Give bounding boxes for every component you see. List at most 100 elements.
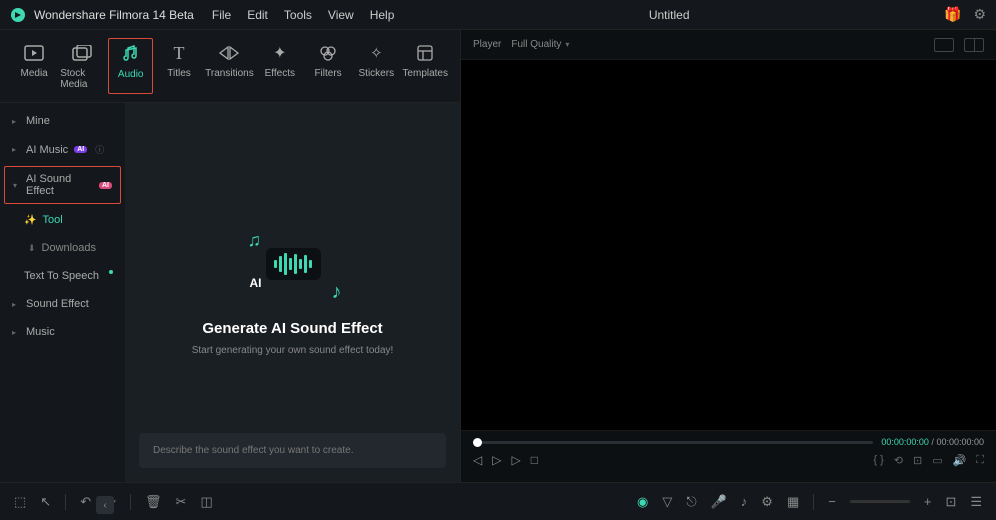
collapse-sidebar-button[interactable]: ‹ bbox=[96, 496, 114, 514]
ai-label-icon: AI bbox=[250, 276, 262, 290]
bottom-toolbar: ⬚ ↖ ↶ ↷ 🗑 ✂ ◫ ◉ ▽ ⎋ 🎤 ♪ ⚙ ▦ − + ⊡ ☰ bbox=[0, 482, 996, 520]
player-header: Player Full Quality▾ bbox=[461, 30, 996, 60]
chevron-down-icon: ▾ bbox=[565, 40, 569, 49]
ai-sound-effect-graphic: ♫ AI ♪ bbox=[248, 230, 338, 300]
ai-badge-icon: AI bbox=[99, 182, 112, 189]
info-icon: ⓘ bbox=[95, 143, 104, 156]
grid-button[interactable]: ▦ bbox=[787, 494, 799, 510]
titles-icon: T bbox=[168, 42, 190, 64]
main-area: ♫ AI ♪ Generate AI Sound Effect Start ge… bbox=[125, 103, 460, 482]
tab-filters[interactable]: Filters bbox=[306, 38, 350, 94]
music-note-icon: ♫ bbox=[248, 230, 262, 251]
media-icon bbox=[23, 42, 45, 64]
snapshot-button[interactable]: ⊡ bbox=[913, 454, 922, 467]
music-note-icon: ♪ bbox=[332, 281, 342, 304]
voice-button[interactable]: 🎤 bbox=[711, 494, 727, 510]
tab-audio[interactable]: Audio bbox=[108, 38, 152, 94]
zoom-slider[interactable] bbox=[850, 500, 910, 503]
menu-edit[interactable]: Edit bbox=[247, 8, 268, 22]
waveform-icon bbox=[266, 248, 321, 280]
undo-button[interactable]: ↶ bbox=[80, 494, 91, 510]
left-panel: Media Stock Media Audio T Titles Transit… bbox=[0, 30, 460, 482]
tab-stock-media[interactable]: Stock Media bbox=[60, 38, 104, 94]
volume-button[interactable]: 🔊 bbox=[953, 454, 967, 467]
sidebar-item-tts[interactable]: Text To Speech bbox=[0, 262, 125, 290]
pointer-tool-icon[interactable]: ↖ bbox=[40, 494, 51, 510]
templates-icon bbox=[414, 42, 436, 64]
menu-file[interactable]: File bbox=[212, 8, 231, 22]
titlebar: Wondershare Filmora 14 Beta File Edit To… bbox=[0, 0, 996, 30]
fullscreen-button[interactable]: ⛶ bbox=[976, 454, 984, 467]
fit-button[interactable]: ⊡ bbox=[945, 494, 956, 510]
gift-icon[interactable]: 🎁 bbox=[944, 6, 961, 23]
below-toolbar: ▸Mine ▸AI MusicAIⓘ ▾AI Sound EffectAI ✨T… bbox=[0, 103, 460, 482]
timecode: 00:00:00:00 / 00:00:00:00 bbox=[881, 437, 984, 447]
play-button[interactable]: ▷ bbox=[492, 453, 501, 467]
view-mode-split-button[interactable] bbox=[964, 38, 984, 52]
adjust-button[interactable]: ⚙ bbox=[761, 494, 773, 510]
tab-stickers[interactable]: ✧ Stickers bbox=[354, 38, 398, 94]
right-panel: Player Full Quality▾ 00:00:00:00 / 00:00… bbox=[460, 30, 996, 482]
zoom-out-button[interactable]: − bbox=[828, 494, 836, 509]
tab-templates[interactable]: Templates bbox=[402, 38, 448, 94]
transitions-icon bbox=[218, 42, 240, 64]
caret-icon: ▸ bbox=[12, 328, 20, 337]
tab-media[interactable]: Media bbox=[12, 38, 56, 94]
tab-titles[interactable]: T Titles bbox=[157, 38, 201, 94]
sidebar-item-music[interactable]: ▸Music bbox=[0, 318, 125, 346]
player-label: Player bbox=[473, 39, 501, 50]
media-toolbar: Media Stock Media Audio T Titles Transit… bbox=[0, 30, 460, 103]
menu-view[interactable]: View bbox=[328, 8, 354, 22]
stock-media-icon bbox=[71, 42, 93, 64]
next-frame-button[interactable]: ▷ bbox=[511, 453, 520, 467]
screenshot-button[interactable]: ▭ bbox=[932, 454, 942, 467]
marker-button[interactable]: ▽ bbox=[662, 494, 672, 510]
stop-button[interactable]: □ bbox=[531, 453, 538, 467]
filters-icon bbox=[317, 42, 339, 64]
prompt-input[interactable]: Describe the sound effect you want to cr… bbox=[139, 433, 446, 468]
tab-transitions[interactable]: Transitions bbox=[205, 38, 254, 94]
zoom-in-button[interactable]: + bbox=[924, 494, 932, 509]
sidebar: ▸Mine ▸AI MusicAIⓘ ▾AI Sound EffectAI ✨T… bbox=[0, 103, 125, 482]
crop-button[interactable]: ◫ bbox=[200, 494, 212, 510]
dot-indicator-icon bbox=[109, 270, 113, 274]
sidebar-item-mine[interactable]: ▸Mine bbox=[0, 107, 125, 135]
menu-tools[interactable]: Tools bbox=[284, 8, 312, 22]
audio-icon bbox=[120, 43, 142, 65]
caret-icon: ▸ bbox=[12, 145, 20, 154]
ai-button[interactable]: ◉ bbox=[637, 494, 648, 510]
quality-dropdown[interactable]: Full Quality▾ bbox=[511, 39, 569, 50]
ai-badge-icon: AI bbox=[74, 146, 87, 153]
content: Media Stock Media Audio T Titles Transit… bbox=[0, 30, 996, 482]
generate-subtitle: Start generating your own sound effect t… bbox=[192, 345, 394, 356]
main-menu: File Edit Tools View Help bbox=[212, 8, 395, 22]
sidebar-item-sound-effect[interactable]: ▸Sound Effect bbox=[0, 290, 125, 318]
loop-button[interactable]: ⟲ bbox=[894, 454, 903, 467]
document-title: Untitled bbox=[394, 8, 944, 22]
scrubber-knob[interactable] bbox=[473, 438, 482, 447]
caret-icon: ▸ bbox=[12, 117, 20, 126]
wand-icon: ✨ bbox=[24, 215, 36, 226]
sidebar-item-tool[interactable]: ✨Tool bbox=[0, 206, 125, 234]
sidebar-item-downloads[interactable]: ⬇Downloads bbox=[0, 234, 125, 262]
marker-in-button[interactable]: { } bbox=[873, 454, 883, 466]
generate-title: Generate AI Sound Effect bbox=[202, 320, 382, 337]
view-mode-single-button[interactable] bbox=[934, 38, 954, 52]
effects-icon: ✦ bbox=[269, 42, 291, 64]
video-preview[interactable] bbox=[461, 60, 996, 430]
app-name: Wondershare Filmora 14 Beta bbox=[34, 8, 194, 22]
delete-button[interactable]: 🗑 bbox=[145, 494, 162, 510]
split-button[interactable]: ⎋ bbox=[686, 494, 696, 510]
list-button[interactable]: ☰ bbox=[970, 494, 982, 510]
tab-effects[interactable]: ✦ Effects bbox=[258, 38, 302, 94]
sidebar-item-ai-sound-effect[interactable]: ▾AI Sound EffectAI bbox=[4, 166, 121, 204]
timeline-scrubber[interactable] bbox=[473, 441, 873, 444]
menu-help[interactable]: Help bbox=[370, 8, 395, 22]
sidebar-item-ai-music[interactable]: ▸AI MusicAIⓘ bbox=[0, 135, 125, 164]
cut-button[interactable]: ✂ bbox=[176, 494, 187, 510]
select-tool-icon[interactable]: ⬚ bbox=[14, 494, 26, 510]
caret-icon: ▸ bbox=[12, 300, 20, 309]
settings-icon[interactable]: ⚙ bbox=[973, 6, 986, 23]
audio-mix-button[interactable]: ♪ bbox=[741, 494, 748, 509]
prev-frame-button[interactable]: ◁ bbox=[473, 453, 482, 467]
